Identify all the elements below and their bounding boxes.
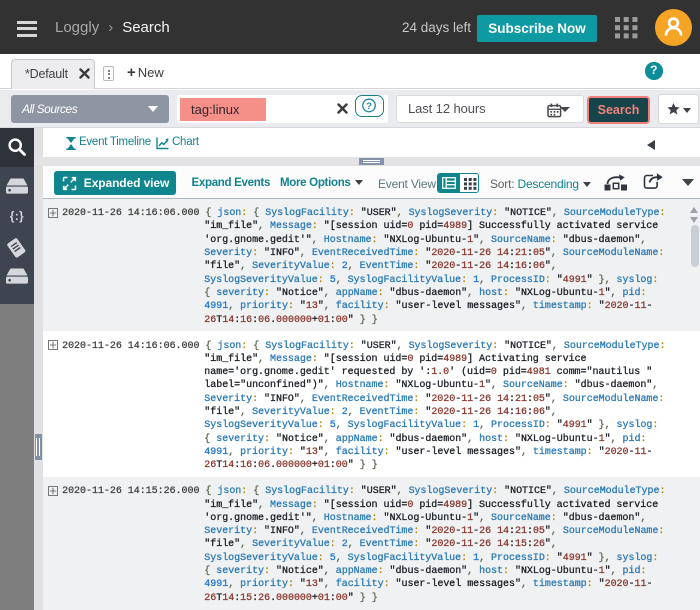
svg-text:?: ? (366, 101, 372, 112)
